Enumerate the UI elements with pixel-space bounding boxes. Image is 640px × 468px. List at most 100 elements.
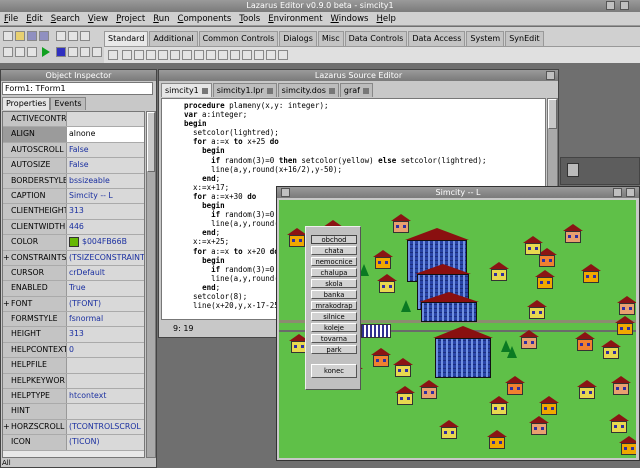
build-nemocnice-button[interactable]: nemocnice	[311, 257, 357, 266]
save-icon[interactable]	[27, 31, 37, 41]
menu-run[interactable]: Run	[149, 12, 173, 25]
build-mrakodrap-button[interactable]: mrakodrap	[311, 301, 357, 310]
menu-file[interactable]: File	[0, 12, 22, 25]
house[interactable]	[617, 296, 636, 316]
property-row[interactable]: HELPCONTEXT 0	[3, 342, 144, 359]
menu-environment[interactable]: Environment	[264, 12, 326, 25]
build-banka-button[interactable]: banka	[311, 290, 357, 299]
main-close-button[interactable]	[620, 1, 629, 10]
property-value[interactable]: False	[67, 158, 144, 173]
property-row[interactable]: HELPKEYWOR	[3, 373, 144, 390]
house[interactable]	[391, 214, 411, 234]
property-row[interactable]: FORMSTYLE fsnormal	[3, 312, 144, 328]
radiobutton-component-icon[interactable]	[218, 50, 228, 60]
tab-data-access[interactable]: Data Access	[408, 31, 466, 46]
property-value[interactable]: $004FB66B	[67, 235, 144, 250]
listbox-component-icon[interactable]	[230, 50, 240, 60]
property-value[interactable]: 446	[67, 219, 144, 235]
house[interactable]	[505, 376, 525, 396]
simcity-close-button[interactable]	[626, 188, 635, 197]
checkbox-component-icon[interactable]	[206, 50, 216, 60]
property-value[interactable]: 0	[67, 342, 144, 358]
source-editor-close-button[interactable]	[546, 71, 555, 80]
property-row[interactable]: HINT	[3, 404, 144, 420]
tab-simcity1-lpr[interactable]: simcity1.lpr	[212, 83, 277, 97]
tab-standard[interactable]: Standard	[104, 31, 149, 46]
memo-component-icon[interactable]	[182, 50, 192, 60]
close-tab-icon[interactable]	[328, 87, 335, 94]
house[interactable]	[611, 376, 631, 396]
property-value[interactable]	[67, 358, 144, 373]
property-row[interactable]: AUTOSCROLL False	[3, 142, 144, 159]
tab-events[interactable]: Events	[50, 97, 86, 110]
build-tovarna-button[interactable]: tovarna	[311, 334, 357, 343]
menu-view[interactable]: View	[84, 12, 112, 25]
build-silnice-button[interactable]: silnice	[311, 312, 357, 321]
build-obchod-button[interactable]: obchod	[311, 235, 357, 244]
toggle-form-icon[interactable]	[27, 47, 37, 57]
property-value[interactable]: (TICON)	[67, 435, 144, 450]
property-row[interactable]: AUTOSIZE False	[3, 158, 144, 174]
build-park-button[interactable]: park	[311, 345, 357, 354]
property-value[interactable]: (TSIZECONSTRAINT	[67, 250, 144, 265]
house[interactable]	[581, 264, 601, 284]
pointer-icon[interactable]	[108, 50, 118, 60]
property-row[interactable]: HELPTYPE htcontext	[3, 389, 144, 405]
close-tab-icon[interactable]	[362, 87, 369, 94]
quit-button[interactable]: konec	[311, 364, 357, 378]
property-value[interactable]: 313	[67, 327, 144, 342]
menu-edit[interactable]: Edit	[22, 12, 46, 25]
house[interactable]	[601, 340, 621, 360]
tab-dialogs[interactable]: Dialogs	[279, 31, 317, 46]
property-grid-scrollbar[interactable]	[146, 111, 156, 458]
house[interactable]	[519, 330, 539, 350]
new-form-icon[interactable]	[56, 31, 66, 41]
toggle-unit-icon[interactable]	[80, 31, 90, 41]
house[interactable]	[489, 396, 509, 416]
property-value[interactable]: True	[67, 281, 144, 296]
scrollbar-component-icon[interactable]	[254, 50, 264, 60]
menu-windows[interactable]: Windows	[327, 12, 373, 25]
build-chalupa-button[interactable]: chalupa	[311, 268, 357, 277]
step-into-icon[interactable]	[68, 47, 78, 57]
property-value[interactable]: crDefault	[67, 265, 144, 281]
property-row[interactable]: COLOR $004FB66B	[3, 235, 144, 251]
pause-icon[interactable]	[56, 47, 66, 57]
menu-tools[interactable]: Tools	[235, 12, 264, 25]
house[interactable]	[419, 380, 439, 400]
close-tab-icon[interactable]	[266, 87, 273, 94]
house[interactable]	[575, 332, 595, 352]
property-row[interactable]: ICON (TICON)	[3, 435, 144, 451]
property-row[interactable]: CLIENTWIDTH 446	[3, 219, 144, 236]
property-value[interactable]: False	[67, 142, 144, 158]
house[interactable]	[563, 224, 583, 244]
property-row[interactable]: CAPTION Simcity -- L	[3, 188, 144, 205]
property-row[interactable]: HEIGHT 313	[3, 327, 144, 343]
house[interactable]	[371, 348, 391, 368]
property-value[interactable]: (TFONT)	[67, 296, 144, 312]
run-to-cursor-icon[interactable]	[92, 47, 102, 57]
property-value[interactable]	[67, 112, 144, 127]
togglebox-component-icon[interactable]	[194, 50, 204, 60]
house[interactable]	[373, 250, 393, 270]
house[interactable]	[489, 262, 509, 282]
menu-search[interactable]: Search	[47, 12, 84, 25]
property-value[interactable]: fsnormal	[67, 312, 144, 327]
property-value[interactable]	[67, 404, 144, 419]
property-value[interactable]: htcontext	[67, 389, 144, 404]
tab-simcity1[interactable]: simcity1	[161, 83, 212, 97]
build-koleje-button[interactable]: koleje	[311, 323, 357, 332]
groupbox-component-icon[interactable]	[266, 50, 276, 60]
tab-data-controls[interactable]: Data Controls	[344, 31, 408, 46]
button-component-icon[interactable]	[146, 50, 156, 60]
scrollbar-thumb[interactable]	[147, 112, 155, 172]
house[interactable]	[393, 358, 413, 378]
tab-misc[interactable]: Misc	[317, 31, 344, 46]
component-selector[interactable]: Form1: TForm1	[2, 82, 153, 95]
house[interactable]	[523, 236, 543, 256]
tab-additional[interactable]: Additional	[149, 31, 198, 46]
house[interactable]	[539, 396, 559, 416]
skyscraper[interactable]	[421, 302, 477, 322]
property-row[interactable]: HORZSCROLL(TCONTROLSCROL	[3, 419, 144, 436]
new-file-icon[interactable]	[3, 31, 13, 41]
